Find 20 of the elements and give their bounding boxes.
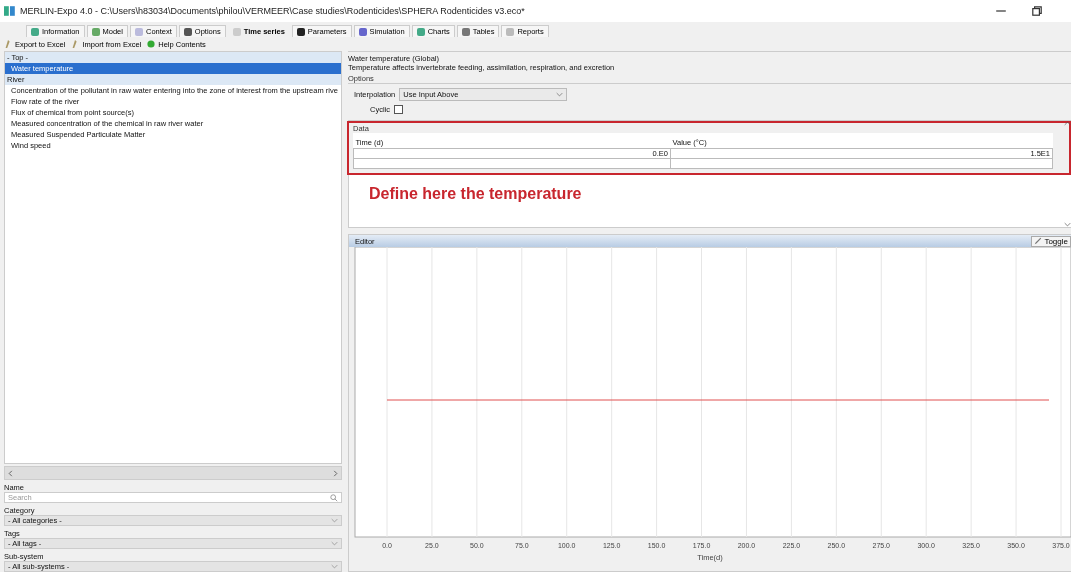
cyclic-checkbox[interactable]	[394, 105, 403, 114]
chevron-down-icon	[331, 541, 338, 546]
pen-icon	[4, 40, 12, 48]
restore-icon[interactable]	[1031, 5, 1043, 17]
app-logo-icon	[4, 5, 16, 17]
scroll-right-icon[interactable]	[333, 469, 338, 477]
toggle-button[interactable]: Toggle	[1031, 235, 1071, 247]
scroll-left-icon[interactable]	[8, 469, 13, 477]
pencil-icon	[1034, 237, 1043, 245]
chevron-down-icon	[331, 518, 338, 523]
scroll-down-icon[interactable]	[1063, 222, 1071, 227]
window-title: MERLIN-Expo 4.0 - C:\Users\h83034\Documents\philou\VERMEER\Case studies\Rodenticides\SPHERA Rodenticides v3.eco*	[20, 6, 526, 16]
horizontal-scrollbar[interactable]	[4, 466, 342, 480]
chevron-down-icon	[331, 564, 338, 569]
pen-icon	[71, 40, 80, 48]
search-icon	[330, 493, 338, 502]
annotation-text: Define here the temperature	[369, 185, 583, 203]
vertical-scrollbar[interactable]	[1063, 121, 1071, 227]
help-icon	[147, 40, 156, 48]
chevron-down-icon	[556, 92, 564, 97]
